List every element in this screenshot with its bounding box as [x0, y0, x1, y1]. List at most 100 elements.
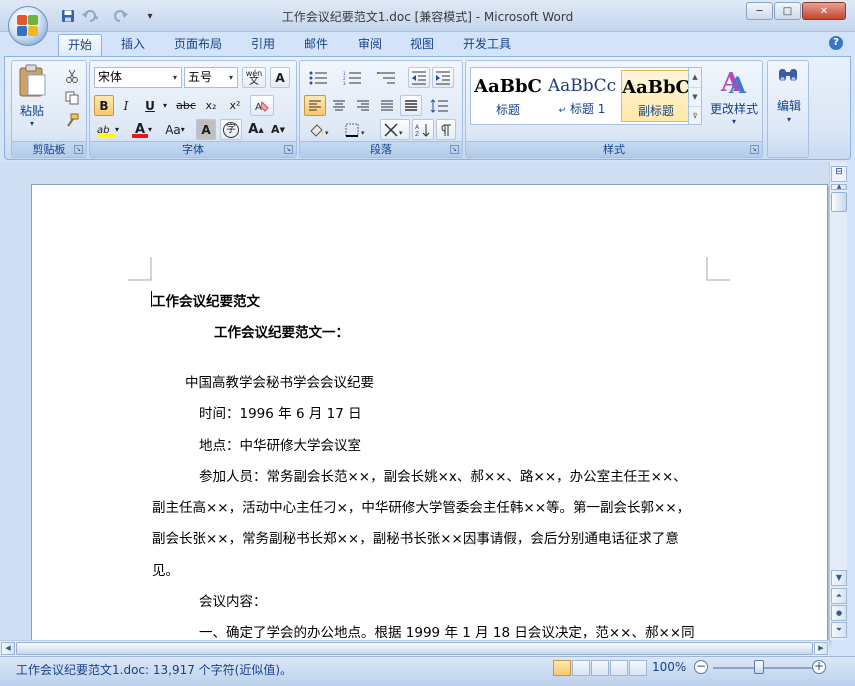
- sort-icon[interactable]: AZ: [412, 119, 434, 140]
- gallery-up-icon[interactable]: ▲: [689, 68, 701, 87]
- title-bar: ▾ ▾ 工作会议纪要范文1.doc [兼容模式] - Microsoft Wor…: [0, 0, 855, 32]
- previous-page-icon[interactable]: ⏶: [831, 588, 847, 604]
- change-case-button[interactable]: Aa ▾: [160, 119, 190, 140]
- scroll-right-icon[interactable]: ▶: [814, 642, 828, 655]
- scroll-thumb[interactable]: [831, 192, 847, 212]
- horizontal-scrollbar[interactable]: ◀ ▶: [0, 640, 829, 656]
- scroll-left-icon[interactable]: ◀: [1, 642, 15, 655]
- shading-icon[interactable]: ▾: [304, 119, 336, 140]
- doc-title: 工作会议纪要范文: [152, 294, 260, 310]
- underline-dropdown-icon[interactable]: ▾: [160, 95, 170, 116]
- numbering-icon[interactable]: 123: [338, 67, 368, 88]
- tab-developer[interactable]: 开发工具: [454, 34, 520, 56]
- chinese-layout-icon[interactable]: ▾: [380, 119, 410, 140]
- shrink-font-label: A: [271, 123, 280, 136]
- align-center-icon[interactable]: [328, 95, 350, 116]
- tab-page-layout[interactable]: 页面布局: [166, 34, 230, 56]
- show-marks-icon[interactable]: [436, 119, 456, 140]
- tab-references[interactable]: 引用: [240, 34, 286, 56]
- word-count-status[interactable]: 工作会议纪要范文1.doc: 13,917 个字符(近似值)。: [16, 661, 292, 678]
- zoom-level[interactable]: 100%: [652, 660, 686, 674]
- paste-label: 粘贴: [19, 104, 44, 118]
- tab-mailings[interactable]: 邮件: [294, 34, 338, 56]
- scroll-up-icon[interactable]: ▲: [831, 184, 847, 190]
- outline-view-icon[interactable]: [610, 660, 628, 676]
- vertical-scrollbar[interactable]: ⊟ ▲ ▼ ⏶ ● ⏷: [829, 162, 847, 640]
- shrink-font-button[interactable]: A ▼: [268, 119, 288, 140]
- browse-object-icon[interactable]: ●: [831, 605, 847, 621]
- font-launcher-icon[interactable]: ↘: [284, 145, 293, 154]
- enclose-characters-button[interactable]: 字: [220, 119, 242, 140]
- font-color-button[interactable]: A ▾: [128, 119, 156, 140]
- doc-paragraph: 时间：1996 年 6 月 17 日: [199, 406, 362, 422]
- paragraph-launcher-icon[interactable]: ↘: [450, 145, 459, 154]
- subscript-button[interactable]: x₂: [200, 95, 222, 116]
- style-heading-1[interactable]: AaBbCc ↵ 标题 1: [547, 70, 617, 122]
- highlight-button[interactable]: ab ▾: [94, 119, 122, 140]
- multilevel-list-icon[interactable]: [372, 67, 402, 88]
- next-page-icon[interactable]: ⏷: [831, 622, 847, 638]
- italic-button[interactable]: I: [116, 95, 136, 116]
- clipboard-launcher-icon[interactable]: ↘: [74, 145, 83, 154]
- full-screen-reading-view-icon[interactable]: [572, 660, 590, 676]
- superscript-button[interactable]: x²: [224, 95, 246, 116]
- grow-font-button[interactable]: A ▲: [246, 119, 266, 140]
- doc-paragraph: 一、确定了学会的办公地点。根据 1999 年 1 月 18 日会议决定，范××、…: [199, 625, 695, 641]
- tab-home[interactable]: 开始: [58, 34, 102, 56]
- print-layout-view-icon[interactable]: [553, 660, 571, 676]
- ribbon-tabs: 开始 插入 页面布局 引用 邮件 审阅 视图 开发工具 ?: [0, 32, 855, 56]
- gallery-down-icon[interactable]: ▼: [689, 87, 701, 106]
- view-ruler-icon[interactable]: ⊟: [831, 166, 847, 182]
- borders-icon[interactable]: ▾: [340, 119, 374, 140]
- chevron-down-icon: ▾: [172, 73, 177, 82]
- paste-button[interactable]: 粘贴 ▾: [16, 63, 50, 131]
- horizontal-scroll-thumb[interactable]: [16, 642, 813, 655]
- phonetic-guide-button[interactable]: wén 文: [242, 67, 266, 88]
- font-size-combo[interactable]: 五号 ▾: [184, 67, 238, 88]
- minimize-button[interactable]: ─: [746, 2, 773, 20]
- copy-icon[interactable]: [62, 87, 82, 108]
- format-painter-icon[interactable]: [62, 109, 82, 130]
- zoom-out-button[interactable]: −: [694, 660, 708, 674]
- office-button[interactable]: [8, 6, 48, 46]
- change-styles-button[interactable]: A A 更改样式 ▾: [708, 65, 760, 135]
- zoom-in-button[interactable]: +: [812, 660, 826, 674]
- distributed-icon[interactable]: [400, 95, 422, 116]
- font-name-combo[interactable]: 宋体 ▾: [94, 67, 182, 88]
- close-button[interactable]: ✕: [802, 2, 846, 20]
- web-layout-view-icon[interactable]: [591, 660, 609, 676]
- scroll-down-icon[interactable]: ▼: [831, 570, 847, 586]
- strikethrough-button[interactable]: abc: [174, 95, 198, 116]
- chevron-down-icon: ▾: [147, 125, 152, 134]
- editing-group[interactable]: 编辑 ▾: [767, 60, 809, 158]
- gallery-more-icon[interactable]: ⊽: [689, 106, 701, 124]
- styles-launcher-icon[interactable]: ↘: [750, 145, 759, 154]
- style-subtitle[interactable]: AaBbC 副标题: [621, 70, 691, 122]
- tab-insert[interactable]: 插入: [112, 34, 154, 56]
- maximize-button[interactable]: □: [774, 2, 801, 20]
- decrease-indent-icon[interactable]: [408, 67, 430, 88]
- character-border-button[interactable]: A: [270, 67, 290, 88]
- style-title[interactable]: AaBbC 标题: [473, 70, 543, 122]
- document-page[interactable]: [31, 184, 828, 644]
- increase-indent-icon[interactable]: [432, 67, 454, 88]
- justify-icon[interactable]: [376, 95, 398, 116]
- help-icon[interactable]: ?: [829, 36, 843, 50]
- zoom-slider-thumb[interactable]: [754, 660, 764, 674]
- tab-view[interactable]: 视图: [400, 34, 444, 56]
- clear-formatting-icon[interactable]: A: [250, 95, 274, 116]
- underline-button[interactable]: U: [140, 95, 160, 116]
- document-area[interactable]: [0, 162, 829, 644]
- paste-dropdown-arrow[interactable]: ▾: [16, 119, 48, 128]
- draft-view-icon[interactable]: [629, 660, 647, 676]
- line-spacing-icon[interactable]: [426, 95, 456, 116]
- tab-review[interactable]: 审阅: [348, 34, 392, 56]
- cut-icon[interactable]: [62, 65, 82, 86]
- clipboard-group: 粘贴 ▾ 剪贴板 ↘: [11, 60, 87, 158]
- bullets-icon[interactable]: [304, 67, 334, 88]
- crop-mark-top-left: [128, 257, 152, 281]
- align-right-icon[interactable]: [352, 95, 374, 116]
- align-left-icon[interactable]: [304, 95, 326, 116]
- character-shading-button[interactable]: A: [196, 119, 216, 140]
- bold-button[interactable]: B: [94, 95, 114, 116]
